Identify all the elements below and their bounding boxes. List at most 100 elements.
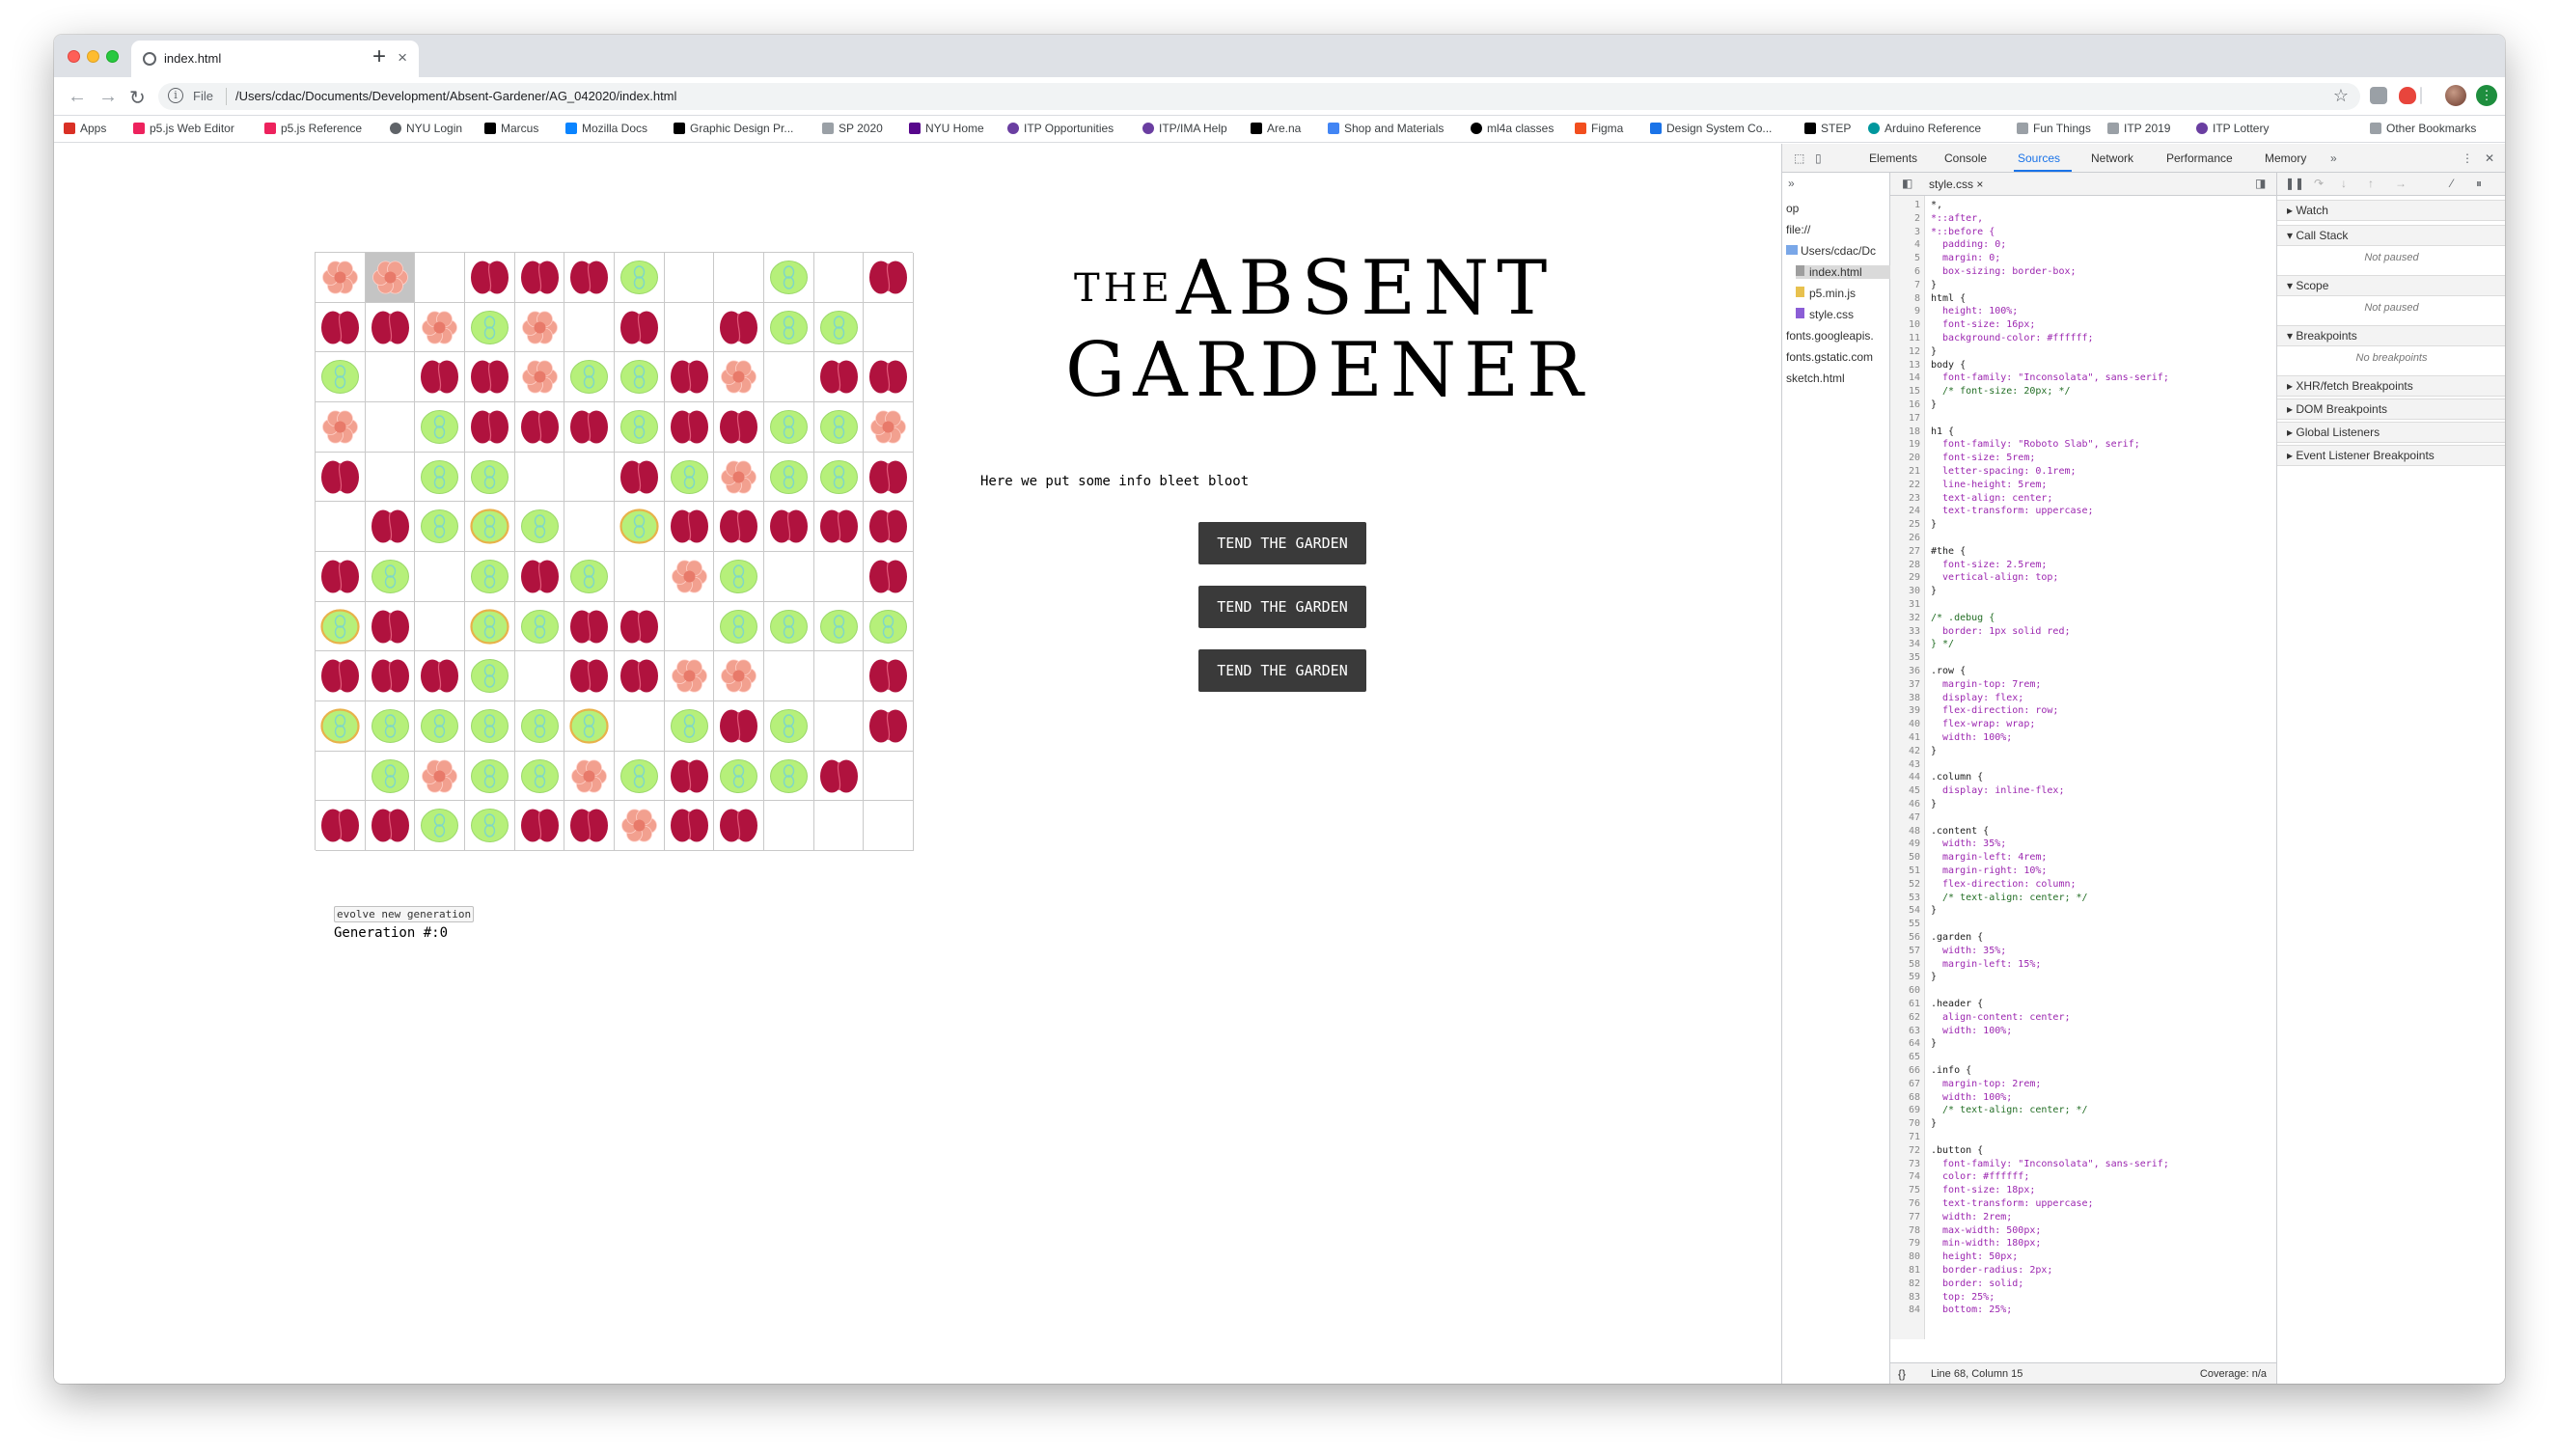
garden-cell[interactable] [864, 601, 914, 652]
pause-icon[interactable]: ❚❚ [2285, 177, 2304, 190]
garden-cell[interactable] [864, 302, 914, 353]
bookmark-item[interactable]: SP 2020 [822, 122, 883, 135]
garden-cell[interactable] [615, 352, 665, 402]
garden-cell[interactable] [564, 552, 615, 602]
address-bar[interactable]: i File /Users/cdac/Documents/Development… [158, 83, 2360, 110]
garden-cell[interactable] [864, 352, 914, 402]
browser-menu-icon[interactable]: ⋮ [2476, 85, 2497, 106]
garden-cell[interactable] [365, 452, 416, 503]
bookmark-item[interactable]: Fun Things [2017, 122, 2091, 135]
bookmark-item[interactable]: NYU Login [390, 122, 462, 135]
garden-cell[interactable] [764, 253, 814, 303]
garden-cell[interactable] [664, 352, 715, 402]
garden-cell[interactable] [415, 502, 465, 552]
garden-cell[interactable] [813, 651, 865, 701]
back-arrow-icon[interactable]: ← [68, 86, 87, 108]
garden-cell[interactable] [316, 651, 366, 701]
garden-cell[interactable] [465, 302, 515, 353]
garden-cell[interactable] [365, 502, 416, 552]
bookmark-item[interactable]: STEP [1804, 122, 1851, 135]
info-icon[interactable]: i [168, 88, 183, 103]
bookmark-item[interactable]: ITP Lottery [2196, 122, 2269, 135]
garden-cell[interactable] [664, 801, 715, 851]
garden-cell[interactable] [514, 701, 565, 752]
garden-cell[interactable] [564, 751, 615, 802]
tend-garden-button[interactable]: TEND THE GARDEN [1198, 586, 1366, 628]
garden-cell[interactable] [564, 601, 615, 652]
bookmark-item[interactable]: p5.js Reference [264, 122, 362, 135]
nav-item[interactable]: fonts.gstatic.com [1786, 350, 1873, 364]
debugger-pane-header[interactable]: ▸ Watch [2277, 200, 2505, 221]
garden-cell[interactable] [813, 801, 865, 851]
garden-cell[interactable] [764, 502, 814, 552]
garden-cell[interactable] [664, 751, 715, 802]
bookmark-item[interactable]: Are.na [1251, 122, 1301, 135]
garden-cell[interactable] [465, 801, 515, 851]
bookmark-item[interactable]: Mozilla Docs [565, 122, 647, 135]
garden-cell[interactable] [764, 352, 814, 402]
bookmark-item[interactable]: Graphic Design Pr... [674, 122, 793, 135]
pause-on-exceptions-icon[interactable]: ⏸ [2476, 177, 2482, 191]
garden-cell[interactable] [714, 601, 764, 652]
garden-cell[interactable] [864, 552, 914, 602]
garden-cell[interactable] [316, 302, 366, 353]
garden-cell[interactable] [465, 452, 515, 503]
tend-garden-button[interactable]: TEND THE GARDEN [1198, 649, 1366, 692]
garden-cell[interactable] [714, 352, 764, 402]
garden-cell[interactable] [514, 502, 565, 552]
garden-cell[interactable] [564, 701, 615, 752]
device-toolbar-icon[interactable]: ▯ [1815, 151, 1822, 165]
garden-cell[interactable] [864, 751, 914, 802]
nav-file-index[interactable]: index.html [1796, 265, 1891, 279]
bookmark-item[interactable]: ITP 2019 [2107, 122, 2170, 135]
garden-cell[interactable] [415, 751, 465, 802]
tab-network[interactable]: Network [2091, 151, 2133, 165]
garden-cell[interactable] [564, 253, 615, 303]
garden-cell[interactable] [564, 801, 615, 851]
garden-cell[interactable] [664, 402, 715, 453]
garden-cell[interactable] [664, 253, 715, 303]
garden-cell[interactable] [514, 601, 565, 652]
garden-cell[interactable] [415, 452, 465, 503]
step-into-icon[interactable]: ↓ [2341, 177, 2347, 190]
nav-item[interactable]: sketch.html [1786, 371, 1845, 385]
garden-cell[interactable] [764, 402, 814, 453]
garden-cell[interactable] [714, 402, 764, 453]
close-file-icon[interactable]: × [1976, 178, 1983, 191]
garden-cell[interactable] [664, 601, 715, 652]
garden-cell[interactable] [714, 751, 764, 802]
garden-cell[interactable] [714, 452, 764, 503]
nav-item[interactable]: fonts.googleapis. [1786, 329, 1874, 343]
window-maximize-button[interactable] [106, 50, 119, 63]
garden-cell[interactable] [764, 751, 814, 802]
garden-cell[interactable] [365, 352, 416, 402]
garden-cell[interactable] [365, 402, 416, 453]
garden-cell[interactable] [864, 502, 914, 552]
bookmark-item[interactable]: Figma [1575, 122, 1623, 135]
garden-cell[interactable] [714, 701, 764, 752]
garden-cell[interactable] [564, 452, 615, 503]
garden-cell[interactable] [864, 801, 914, 851]
garden-cell[interactable] [465, 253, 515, 303]
garden-cell[interactable] [813, 751, 865, 802]
devtools-menu-icon[interactable]: ⋮ [2462, 151, 2473, 165]
garden-cell[interactable] [415, 801, 465, 851]
nav-folder[interactable]: Users/cdac/Dc [1786, 244, 1876, 258]
garden-cell[interactable] [615, 552, 665, 602]
window-minimize-button[interactable] [87, 50, 99, 63]
garden-cell[interactable] [714, 651, 764, 701]
garden-cell[interactable] [365, 651, 416, 701]
nav-file-style[interactable]: style.css [1796, 308, 1854, 321]
garden-cell[interactable] [714, 801, 764, 851]
debugger-pane-header[interactable]: ▾ Scope [2277, 275, 2505, 296]
garden-cell[interactable] [514, 801, 565, 851]
garden-cell[interactable] [864, 701, 914, 752]
garden-cell[interactable] [813, 701, 865, 752]
toggle-debugger-icon[interactable]: ◨ [2255, 177, 2266, 190]
more-tabs-icon[interactable]: » [2330, 151, 2337, 165]
bookmark-item[interactable]: ITP Opportunities [1007, 122, 1114, 135]
garden-cell[interactable] [615, 801, 665, 851]
garden-cell[interactable] [316, 701, 366, 752]
garden-cell[interactable] [813, 552, 865, 602]
reload-icon[interactable]: ↻ [129, 86, 146, 110]
